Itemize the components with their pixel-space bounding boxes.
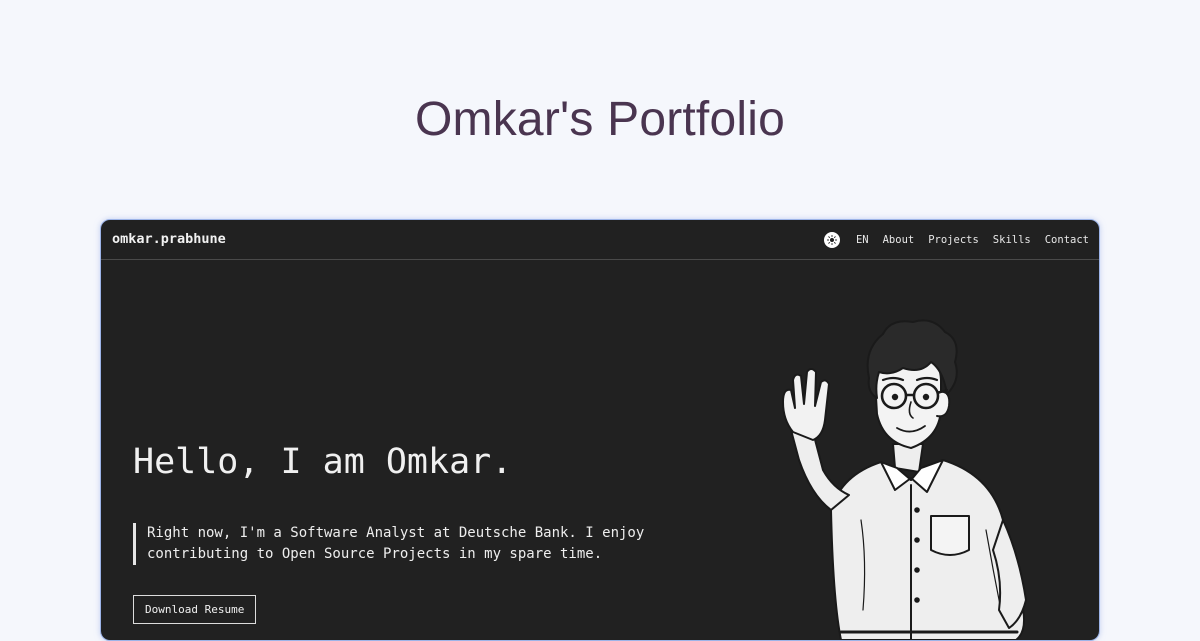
hero-heading: Hello, I am Omkar. bbox=[133, 442, 513, 482]
hero-intro-line: contributing to Open Source Projects in … bbox=[147, 546, 603, 562]
navbar: omkar.prabhune EN About Projects Skills … bbox=[101, 220, 1099, 260]
page-title: Omkar's Portfolio bbox=[415, 93, 785, 146]
nav-menu: EN About Projects Skills Contact bbox=[823, 220, 1089, 260]
site-logo[interactable]: omkar.prabhune bbox=[112, 231, 226, 247]
nav-link-projects[interactable]: Projects bbox=[928, 234, 979, 246]
sun-icon bbox=[826, 235, 837, 245]
hero-intro-line: Right now, I'm a Software Analyst at Deu… bbox=[147, 525, 645, 541]
hero-intro-quote: Right now, I'm a Software Analyst at Deu… bbox=[133, 523, 687, 565]
download-resume-button[interactable]: Download Resume bbox=[133, 595, 257, 624]
waving-person-illustration bbox=[782, 319, 1027, 640]
nav-link-about[interactable]: About bbox=[883, 234, 915, 246]
website-preview: omkar.prabhune EN About Projects Skills … bbox=[100, 219, 1100, 641]
language-switch[interactable]: EN bbox=[856, 234, 869, 246]
nav-link-skills[interactable]: Skills bbox=[993, 234, 1031, 246]
theme-toggle-button[interactable] bbox=[823, 232, 840, 248]
nav-link-contact[interactable]: Contact bbox=[1045, 234, 1089, 246]
